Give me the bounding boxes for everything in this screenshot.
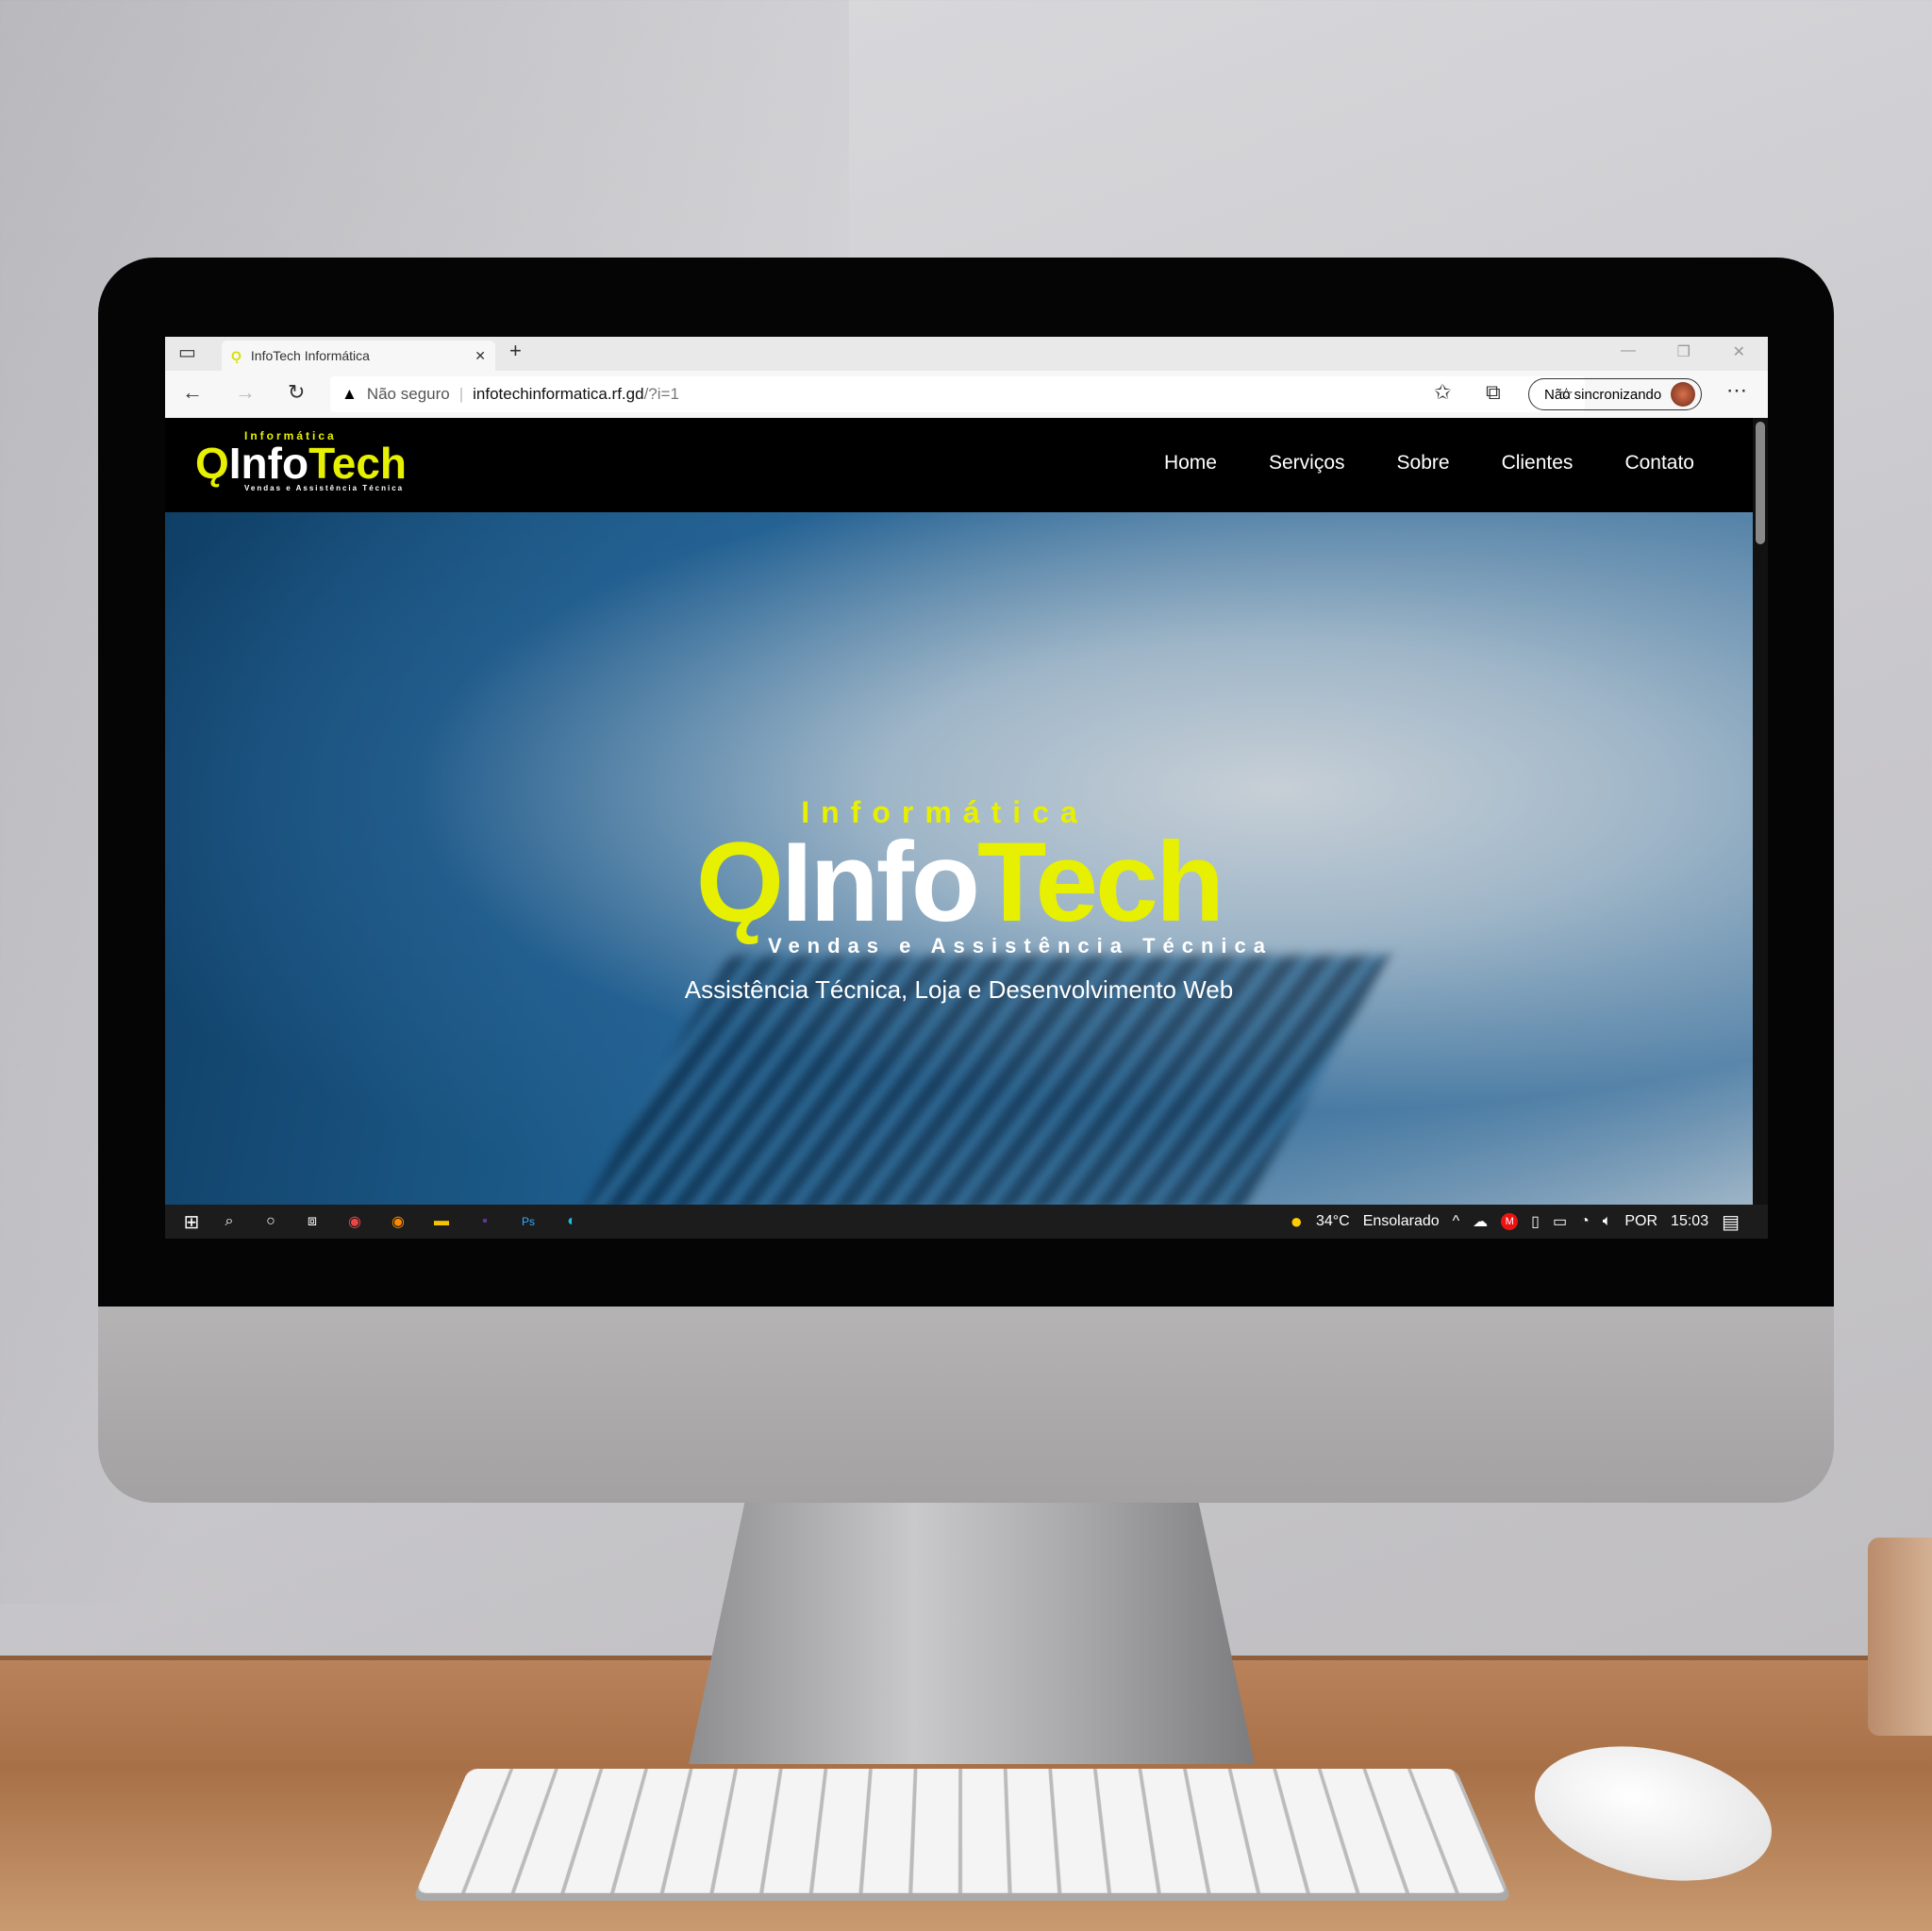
hero-logo-sub: Vendas e Assistência Técnica bbox=[767, 934, 1274, 957]
hero-logo-info: Info bbox=[781, 819, 980, 945]
close-tab-icon[interactable]: ✕ bbox=[475, 348, 486, 364]
usb-icon[interactable]: ▯ bbox=[1531, 1212, 1540, 1231]
tab-actions-icon[interactable]: ▭ bbox=[178, 341, 196, 364]
wifi-icon[interactable]: ◔ bbox=[1580, 1213, 1590, 1230]
tab-bar: ▭ Ǫ InfoTech Informática ✕ + — ❐ ✕ bbox=[165, 337, 1768, 371]
scrollbar-thumb[interactable] bbox=[1756, 422, 1765, 544]
show-hidden-icons-icon[interactable]: ^ bbox=[1453, 1213, 1460, 1230]
profile-button[interactable]: Não sincronizando bbox=[1528, 378, 1703, 410]
search-icon[interactable]: ⌕ bbox=[208, 1213, 250, 1230]
hero-banner: Informática ǪInfoTech Vendas e Assistênc… bbox=[165, 512, 1753, 1210]
nav-clientes[interactable]: Clientes bbox=[1502, 452, 1574, 474]
weather-sun-icon[interactable]: ● bbox=[1291, 1209, 1303, 1234]
windows-start-icon[interactable]: ⊞ bbox=[175, 1210, 208, 1234]
url-path: /?i=1 bbox=[643, 385, 679, 403]
monitor-stand bbox=[689, 1500, 1255, 1764]
tab-title: InfoTech Informática bbox=[250, 348, 370, 363]
logo-tech: Tech bbox=[308, 439, 408, 488]
task-view-icon[interactable]: ⧈ bbox=[291, 1213, 333, 1230]
monitor-chin bbox=[98, 1305, 1834, 1503]
taskbar: ⊞ ⌕ ○ ⧈ ◉ ◉ ▬ ▪ Ps ◐ ● 34°C Ensolarado ^… bbox=[165, 1205, 1768, 1239]
nav-servicos[interactable]: Serviços bbox=[1269, 452, 1345, 474]
favicon-icon: Ǫ bbox=[231, 348, 242, 363]
app-icon[interactable]: ▪ bbox=[463, 1213, 507, 1230]
favorites-icon[interactable]: ✩ bbox=[1434, 380, 1451, 405]
clock[interactable]: 15:03 bbox=[1671, 1213, 1708, 1230]
hero-logo-tech: Tech bbox=[977, 819, 1224, 945]
collections-icon[interactable]: ⧉ bbox=[1486, 380, 1501, 405]
hero-logo: Informática ǪInfoTech Vendas e Assistênc… bbox=[165, 795, 1753, 1005]
logo-sub: Vendas e Assistência Técnica bbox=[244, 484, 405, 492]
hero-tagline: Assistência Técnica, Loja e Desenvolvime… bbox=[684, 975, 1234, 1004]
tab-active[interactable]: Ǫ InfoTech Informática ✕ bbox=[222, 341, 495, 371]
keyboard bbox=[415, 1768, 1509, 1893]
nav-contato[interactable]: Contato bbox=[1624, 452, 1694, 474]
nav-home[interactable]: Home bbox=[1164, 452, 1217, 474]
address-bar-row: ← → ↻ ▲ Não seguro | infotechinformatica… bbox=[165, 371, 1768, 418]
firefox-icon[interactable]: ◉ bbox=[376, 1212, 420, 1231]
new-tab-icon[interactable]: + bbox=[509, 339, 522, 363]
file-explorer-icon[interactable]: ▬ bbox=[420, 1213, 463, 1230]
edge-icon[interactable]: ◐ bbox=[550, 1213, 593, 1230]
photoshop-icon[interactable]: Ps bbox=[507, 1215, 550, 1228]
forward-icon[interactable]: → bbox=[235, 380, 256, 405]
logo-mark-icon: Ǫ bbox=[195, 439, 229, 488]
wooden-cup bbox=[1868, 1538, 1932, 1736]
language-indicator[interactable]: POR bbox=[1624, 1213, 1657, 1230]
more-icon[interactable]: ⋯ bbox=[1726, 378, 1747, 403]
url-domain: infotechinformatica.rf.gd bbox=[473, 385, 644, 403]
chrome-icon[interactable]: ◉ bbox=[333, 1212, 376, 1231]
screen: ▭ Ǫ InfoTech Informática ✕ + — ❐ ✕ ← → ↻… bbox=[165, 337, 1768, 1239]
nav-sobre[interactable]: Sobre bbox=[1397, 452, 1450, 474]
site-header: Informática ǪInfoTech Vendas e Assistênc… bbox=[165, 418, 1753, 512]
onedrive-icon[interactable]: ☁ bbox=[1473, 1212, 1488, 1231]
notifications-icon[interactable]: ▤ bbox=[1722, 1210, 1740, 1234]
close-window-icon[interactable]: ✕ bbox=[1733, 342, 1745, 361]
restore-icon[interactable]: ❐ bbox=[1677, 342, 1690, 361]
refresh-icon[interactable]: ↻ bbox=[288, 380, 305, 405]
weather-temp[interactable]: 34°C bbox=[1316, 1213, 1350, 1230]
site-logo[interactable]: Informática ǪInfoTech Vendas e Assistênc… bbox=[195, 429, 407, 492]
minimize-icon[interactable]: — bbox=[1621, 342, 1636, 359]
weather-text[interactable]: Ensolarado bbox=[1363, 1213, 1440, 1230]
profile-label: Não sincronizando bbox=[1544, 386, 1662, 403]
url-input[interactable]: ▲ Não seguro | infotechinformatica.rf.gd… bbox=[330, 376, 1585, 412]
battery-icon[interactable]: ▭ bbox=[1553, 1212, 1567, 1231]
avatar bbox=[1671, 382, 1696, 407]
back-icon[interactable]: ← bbox=[182, 380, 203, 405]
mega-icon[interactable]: M bbox=[1501, 1213, 1519, 1230]
security-label[interactable]: Não seguro bbox=[367, 385, 450, 404]
system-tray: ● 34°C Ensolarado ^ ☁ M ▯ ▭ ◔ 🔈︎ POR 15:… bbox=[1291, 1205, 1740, 1239]
volume-icon[interactable]: 🔈︎ bbox=[1603, 1213, 1612, 1230]
logo-info: Info bbox=[228, 439, 309, 488]
warning-icon: ▲ bbox=[341, 385, 358, 403]
hero-logo-mark-icon: Ǫ bbox=[695, 819, 784, 945]
main-nav: Home Serviços Sobre Clientes Contato bbox=[1164, 452, 1694, 474]
cortana-icon[interactable]: ○ bbox=[250, 1213, 291, 1230]
